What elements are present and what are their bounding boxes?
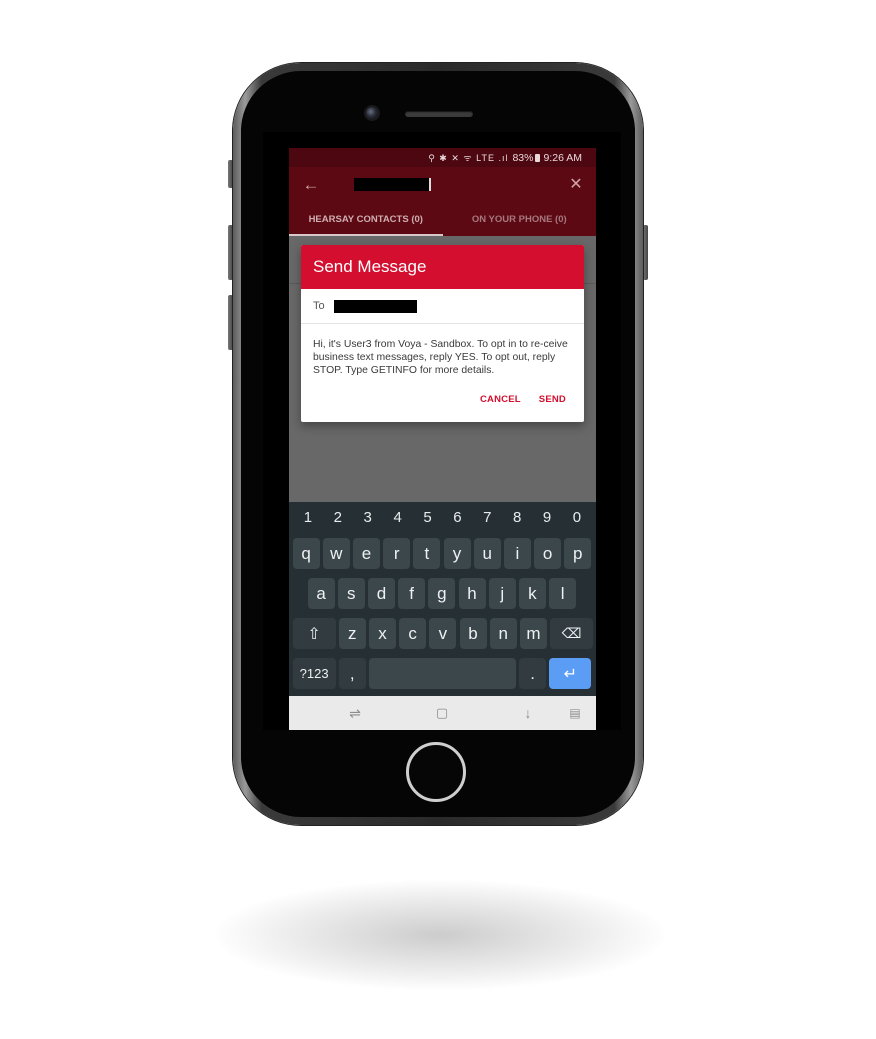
home-icon[interactable]: ▢ (432, 704, 452, 722)
key-i[interactable]: i (503, 538, 531, 569)
key-b[interactable]: b (459, 618, 487, 649)
key-1[interactable]: 1 (295, 508, 321, 528)
tab-hearsay-contacts[interactable]: HEARSAY CONTACTS (0) (289, 205, 443, 236)
key-t[interactable]: t (413, 538, 441, 569)
arrow-left-icon[interactable]: ← (301, 175, 321, 195)
period-key[interactable]: . (519, 658, 547, 689)
app-bar: ← ✕ (289, 167, 596, 205)
cancel-button[interactable]: CANCEL (480, 394, 521, 405)
space-bar[interactable] (368, 658, 516, 689)
battery-level: 83% (512, 151, 534, 164)
phone-screen: ⚲ ✱ ✕ ᯤ LTE .ıl 83% 9:26 AM ← ✕ HEARSAY … (289, 148, 596, 730)
letter-row-2: a s d f g h j k l (289, 578, 596, 609)
key-z[interactable]: z (338, 618, 366, 649)
clock: 9:26 AM (543, 151, 582, 164)
contact-tabs: HEARSAY CONTACTS (0) ON YOUR PHONE (0) (289, 205, 596, 236)
send-button[interactable]: SEND (539, 394, 566, 405)
front-camera (366, 107, 378, 119)
bottom-key-row: ?123 , . ↵ (289, 658, 596, 689)
key-q[interactable]: q (292, 538, 320, 569)
to-row: To (301, 289, 584, 324)
dialog-actions: CANCEL SEND (480, 394, 566, 405)
key-6[interactable]: 6 (444, 508, 470, 528)
message-body: Hi, it's User3 from Voya - Sandbox. To o… (313, 339, 568, 376)
key-2[interactable]: 2 (325, 508, 351, 528)
send-message-dialog: Send Message To Hi, it's User3 from Voya… (301, 245, 584, 422)
dialog-title: Send Message (301, 245, 584, 289)
earpiece-speaker (405, 111, 473, 117)
key-m[interactable]: m (519, 618, 547, 649)
key-v[interactable]: v (429, 618, 457, 649)
key-l[interactable]: l (549, 578, 577, 609)
key-g[interactable]: g (428, 578, 456, 609)
key-f[interactable]: f (398, 578, 426, 609)
home-button[interactable] (406, 742, 466, 802)
key-a[interactable]: a (307, 578, 335, 609)
backspace-icon[interactable]: ⌫ (550, 618, 594, 649)
shift-icon[interactable]: ⇧ (292, 618, 336, 649)
key-e[interactable]: e (352, 538, 380, 569)
number-row: 1 2 3 4 5 6 7 8 9 0 (289, 508, 596, 528)
symbols-key[interactable]: ?123 (292, 658, 336, 689)
key-9[interactable]: 9 (534, 508, 560, 528)
key-y[interactable]: y (443, 538, 471, 569)
phone-shadow (215, 880, 665, 990)
navigation-bar: ⇌ ▢ ↓ ▤ (289, 696, 596, 730)
key-3[interactable]: 3 (355, 508, 381, 528)
keyboard-switch-icon[interactable]: ▤ (565, 704, 585, 722)
letter-row-3: ⇧ z x c v b n m ⌫ (289, 618, 596, 649)
search-input[interactable] (354, 178, 431, 191)
close-icon[interactable]: ✕ (566, 174, 586, 196)
power-button (643, 225, 648, 280)
key-u[interactable]: u (473, 538, 501, 569)
key-c[interactable]: c (399, 618, 427, 649)
key-k[interactable]: k (518, 578, 546, 609)
key-o[interactable]: o (534, 538, 562, 569)
letter-row-1: q w e r t y u i o p (289, 538, 596, 569)
status-bar: ⚲ ✱ ✕ ᯤ LTE .ıl 83% 9:26 AM (289, 148, 596, 167)
on-screen-keyboard: 1 2 3 4 5 6 7 8 9 0 q w e r t y u i o p … (289, 502, 596, 696)
key-j[interactable]: j (488, 578, 516, 609)
key-w[interactable]: w (322, 538, 350, 569)
to-label: To (313, 300, 325, 312)
key-n[interactable]: n (489, 618, 517, 649)
back-icon[interactable]: ↓ (518, 704, 538, 722)
recent-apps-icon[interactable]: ⇌ (345, 704, 365, 722)
key-p[interactable]: p (564, 538, 592, 569)
key-x[interactable]: x (368, 618, 396, 649)
status-icons: ⚲ ✱ ✕ ᯤ LTE .ıl (428, 153, 509, 163)
tab-on-your-phone[interactable]: ON YOUR PHONE (0) (443, 205, 597, 236)
battery-icon (535, 153, 541, 162)
key-4[interactable]: 4 (385, 508, 411, 528)
enter-icon[interactable]: ↵ (549, 658, 592, 689)
key-5[interactable]: 5 (415, 508, 441, 528)
key-s[interactable]: s (337, 578, 365, 609)
key-r[interactable]: r (383, 538, 411, 569)
key-8[interactable]: 8 (504, 508, 530, 528)
key-h[interactable]: h (458, 578, 486, 609)
key-d[interactable]: d (367, 578, 395, 609)
key-0[interactable]: 0 (564, 508, 590, 528)
recipient-field[interactable] (334, 300, 417, 313)
comma-key[interactable]: , (338, 658, 366, 689)
key-7[interactable]: 7 (474, 508, 500, 528)
